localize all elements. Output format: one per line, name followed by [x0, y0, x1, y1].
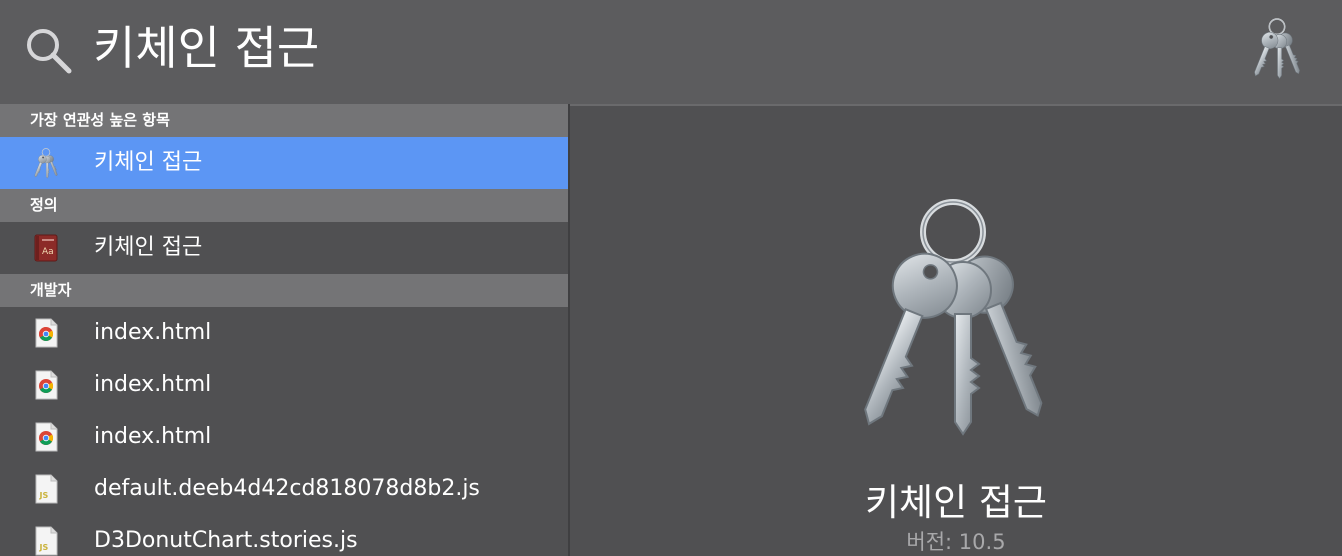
svg-text:JS: JS [39, 543, 49, 552]
keychain-icon [1252, 18, 1302, 80]
section-header-top-hit: 가장 연관성 높은 항목 [0, 104, 568, 137]
result-row-file[interactable]: JS default.deeb4d42cd818078d8b2.js [0, 463, 568, 515]
search-bar[interactable]: 키체인 접근 [0, 0, 1342, 104]
result-row-keychain-access[interactable]: 키체인 접근 [0, 137, 568, 189]
js-file-icon: JS [35, 526, 58, 556]
result-label: 키체인 접근 [94, 150, 203, 175]
result-label: D3DonutChart.stories.js [94, 528, 358, 553]
section-header-definition: 정의 [0, 189, 568, 222]
svg-text:JS: JS [39, 491, 49, 500]
chrome-document-icon [35, 422, 58, 452]
keychain-icon [31, 148, 61, 179]
section-header-developer: 개발자 [0, 274, 568, 307]
spotlight-window: 키체인 접근 가장 연관성 높은 항목 키체인 접근 정의 Aa 키체인 접근 … [0, 0, 1342, 556]
result-row-file[interactable]: index.html [0, 359, 568, 411]
preview-version: 버전: 10.5 [906, 530, 1006, 554]
keychain-icon [853, 190, 1053, 440]
js-file-icon: JS [35, 474, 58, 504]
preview-pane: 키체인 접근 버전: 10.5 [570, 104, 1342, 556]
result-label: index.html [94, 372, 212, 397]
dictionary-icon: Aa [34, 234, 58, 262]
result-label: 키체인 접근 [94, 235, 203, 260]
result-row-dictionary[interactable]: Aa 키체인 접근 [0, 222, 568, 274]
result-label: index.html [94, 424, 212, 449]
result-label: index.html [94, 320, 212, 345]
result-row-file[interactable]: index.html [0, 411, 568, 463]
svg-text:Aa: Aa [42, 247, 54, 257]
result-label: default.deeb4d42cd818078d8b2.js [94, 476, 480, 501]
search-icon [27, 29, 72, 74]
result-row-file[interactable]: JS D3DonutChart.stories.js [0, 515, 568, 556]
chrome-document-icon [35, 318, 58, 348]
preview-title: 키체인 접근 [865, 481, 1047, 524]
search-input[interactable]: 키체인 접근 [93, 12, 319, 84]
result-row-file[interactable]: index.html [0, 307, 568, 359]
chrome-document-icon [35, 370, 58, 400]
results-list[interactable]: 가장 연관성 높은 항목 키체인 접근 정의 Aa 키체인 접근 개발자 ind… [0, 104, 568, 556]
